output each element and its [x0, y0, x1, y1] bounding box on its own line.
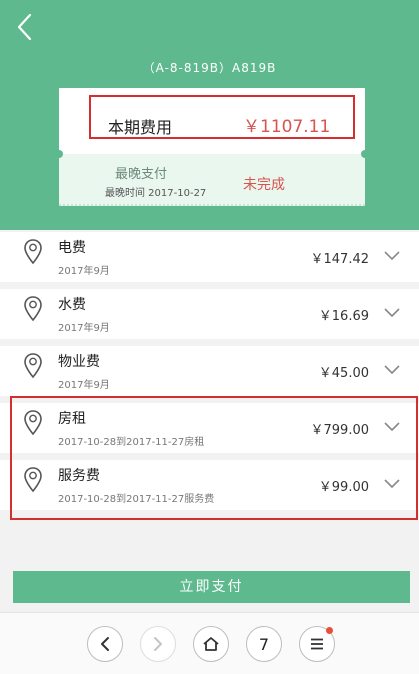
- deadline-label: 最晚支付: [115, 167, 168, 182]
- item-amount: ￥16.69: [318, 309, 369, 324]
- item-name: 电费: [58, 240, 86, 256]
- fee-label: 本期费用: [108, 118, 173, 137]
- nav-forward-button[interactable]: [140, 626, 176, 662]
- rent-service-highlight-box: [10, 396, 418, 520]
- header: （A-8-819B）A819B 本期费用 ￥1107.11 最晚支付 最晚时间 …: [0, 0, 419, 230]
- home-icon: [203, 637, 219, 651]
- arrow-left-icon: [101, 637, 109, 651]
- nav-home-button[interactable]: [193, 626, 229, 662]
- item-period: 2017年9月: [58, 380, 110, 391]
- nav-tabs-button[interactable]: 7: [246, 626, 282, 662]
- item-amount: ￥147.42: [310, 252, 370, 267]
- arrow-right-icon: [154, 637, 162, 651]
- chevron-down-icon[interactable]: [384, 308, 400, 318]
- list-item-water[interactable]: 水费 2017年9月 ￥16.69: [0, 289, 419, 339]
- chevron-down-icon[interactable]: [384, 365, 400, 375]
- fee-summary-card: 本期费用 ￥1107.11 最晚支付 最晚时间 2017-10-27 未完成: [55, 88, 369, 206]
- item-name: 水费: [58, 297, 86, 313]
- location-pin-icon: [24, 353, 42, 379]
- list-item-electricity[interactable]: 电费 2017年9月 ￥147.42: [0, 232, 419, 282]
- room-code: （A-8-819B）A819B: [142, 61, 277, 75]
- back-button[interactable]: [12, 10, 42, 44]
- tab-count: 7: [258, 634, 270, 654]
- ticket-notch-left: [55, 150, 63, 158]
- item-period: 2017年9月: [58, 323, 110, 334]
- notification-dot: [326, 627, 333, 634]
- pay-now-button[interactable]: 立即支付: [13, 571, 410, 603]
- fee-amount: ￥1107.11: [243, 117, 331, 137]
- chevron-left-icon: [17, 13, 32, 41]
- menu-icon: [311, 638, 323, 650]
- ticket-notch-right: [361, 150, 369, 158]
- deadline-date: 最晚时间 2017-10-27: [105, 188, 207, 199]
- chevron-down-icon[interactable]: [384, 251, 400, 261]
- location-pin-icon: [24, 296, 42, 322]
- payment-status: 未完成: [243, 177, 285, 193]
- item-amount: ￥45.00: [318, 366, 369, 381]
- item-period: 2017年9月: [58, 266, 110, 277]
- list-item-property[interactable]: 物业费 2017年9月 ￥45.00: [0, 346, 419, 396]
- nav-back-button[interactable]: [87, 626, 123, 662]
- location-pin-icon: [24, 239, 42, 265]
- item-name: 物业费: [58, 354, 100, 370]
- bottom-navbar: 7: [0, 612, 419, 674]
- nav-menu-button[interactable]: [299, 626, 335, 662]
